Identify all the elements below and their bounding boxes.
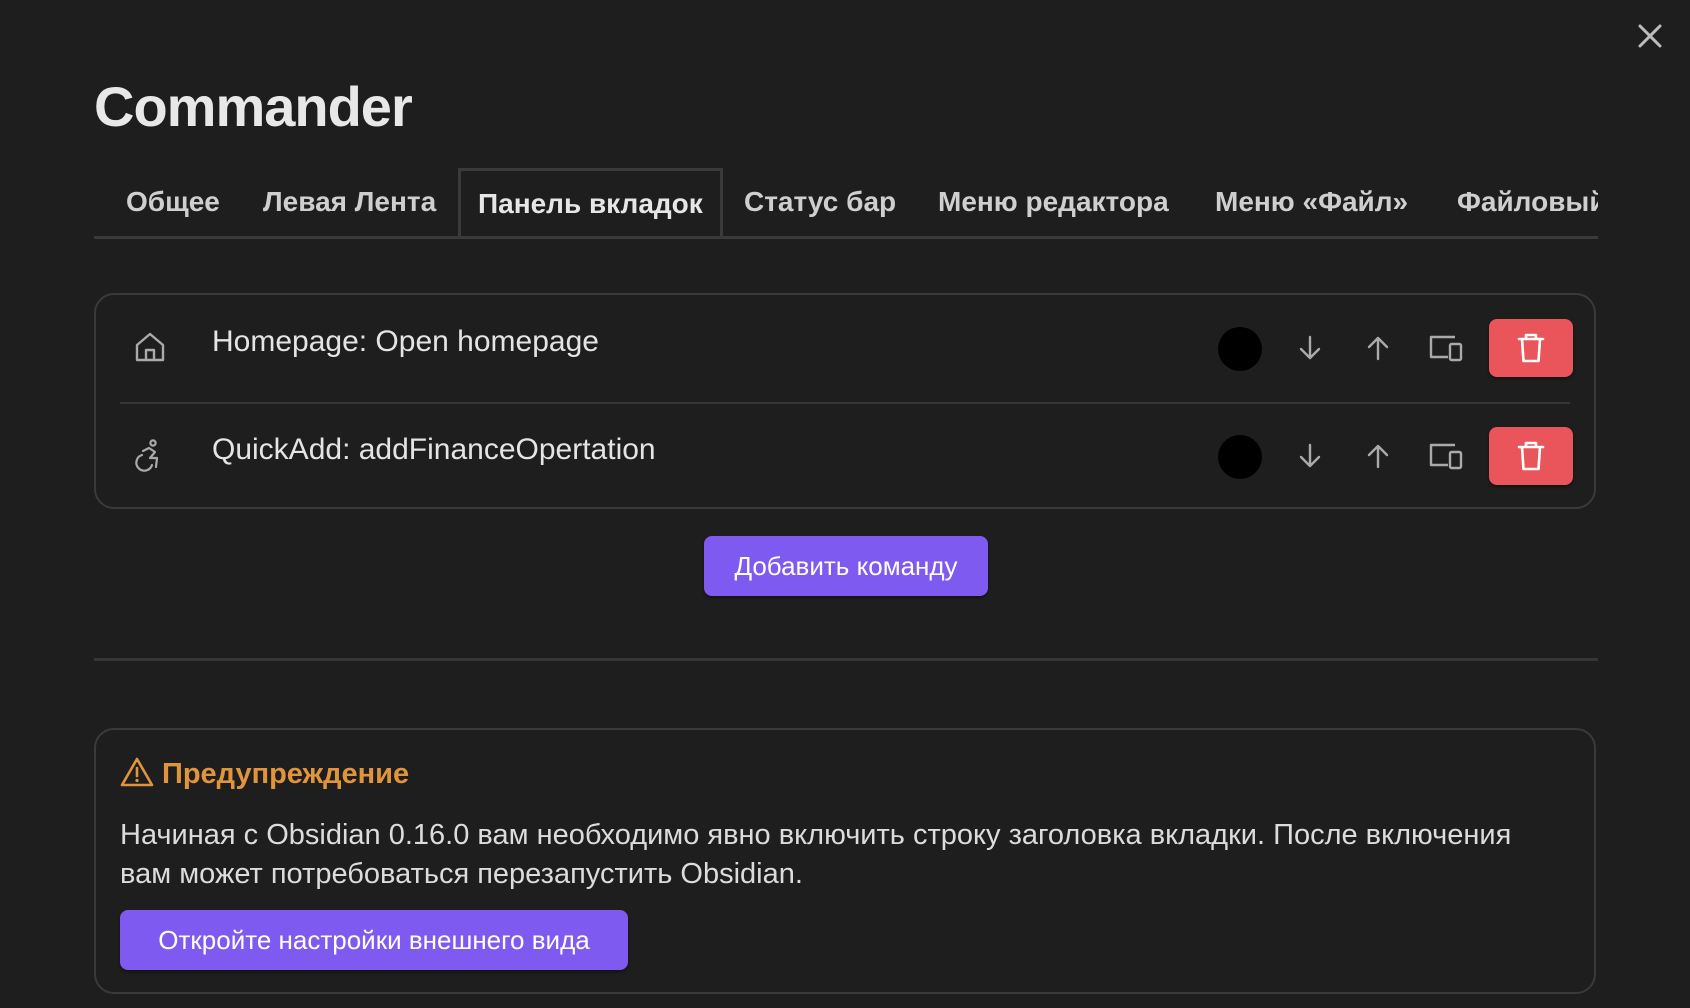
warning-header: Предупреждение [120,756,409,793]
warning-icon [120,756,154,793]
delete-button[interactable] [1489,427,1573,485]
tab-left-ribbon[interactable]: Левая Лента [263,168,436,236]
arrow-down-icon[interactable] [1292,330,1328,366]
arrow-down-icon[interactable] [1292,438,1328,474]
devices-icon[interactable] [1428,330,1464,366]
warning-title: Предупреждение [162,758,410,790]
tab-general[interactable]: Общее [126,168,220,236]
arrow-up-icon[interactable] [1360,330,1396,366]
page-title: Commander [94,75,413,138]
tab-file-menu[interactable]: Меню «Файл» [1215,168,1408,236]
command-name: Homepage: Open homepage [212,325,599,358]
arrow-up-icon[interactable] [1360,438,1396,474]
trash-icon [1517,333,1545,363]
tab-status-bar[interactable]: Статус бар [744,168,896,236]
close-icon[interactable] [1632,18,1668,54]
command-name: QuickAdd: addFinanceOpertation [212,433,656,466]
settings-modal: Commander Общее Левая Лента Панель вклад… [0,0,1690,1008]
open-appearance-settings-button[interactable]: Откройте настройки внешнего вида [120,910,628,970]
devices-icon[interactable] [1428,438,1464,474]
color-picker[interactable] [1218,435,1262,479]
add-command-button[interactable]: Добавить команду [704,536,988,596]
trash-icon [1517,441,1545,471]
accessibility-icon [132,437,168,473]
delete-button[interactable] [1489,319,1573,377]
warning-text: Начиная с Obsidian 0.16.0 вам необходимо… [120,819,1512,890]
home-icon [132,329,168,365]
command-row: QuickAdd: addFinanceOpertation [96,403,1594,509]
tab-tab-bar[interactable]: Панель вкладок [458,168,723,236]
command-row: Homepage: Open homepage [96,295,1594,401]
warning-callout: Предупреждение Начиная с Obsidian 0.16.0… [94,728,1596,994]
color-picker[interactable] [1218,327,1262,371]
tab-bar: Общее Левая Лента Панель вкладок Статус … [94,168,1598,239]
section-divider [94,658,1598,661]
command-list: Homepage: Open homepage QuickAdd: addFin… [94,293,1596,509]
tab-editor-menu[interactable]: Меню редактора [938,168,1169,236]
tab-file-explorer[interactable]: Файловый [1457,168,1598,236]
